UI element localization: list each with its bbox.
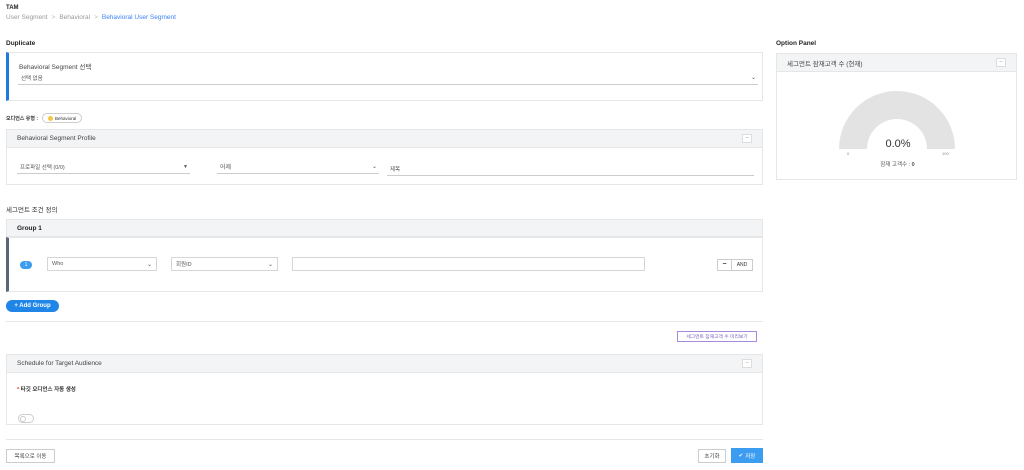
schedule-panel: Schedule for Target Audience – * 타깃 오디언스… (6, 354, 763, 425)
remove-condition-button[interactable]: − (718, 260, 732, 270)
footer-divider (6, 439, 763, 440)
potential-count-label: 잠재 고객수 : (880, 162, 911, 168)
toggle-knob (20, 416, 26, 422)
potential-customers-card: 세그먼트 잠재고객 수 (현재) – 0.0% 0 100 잠재 고객수 : 0 (776, 53, 1017, 180)
breadcrumb-item-user-segment[interactable]: User Segment (6, 14, 48, 21)
potential-count-value: 0 (911, 162, 915, 168)
add-group-button[interactable]: + Add Group (6, 300, 59, 312)
chevron-down-icon: ⌄ (371, 164, 377, 170)
chevron-down-icon: ⌄ (750, 75, 756, 81)
logic-control: − AND (717, 259, 753, 271)
breadcrumb-separator: > (94, 14, 98, 21)
profile-title-placeholder: 제목 (390, 166, 401, 173)
field-select[interactable]: 회원ID ⌄ (171, 257, 278, 271)
segment-profile-header: Behavioral Segment Profile – (7, 130, 762, 148)
group-header: Group 1 (6, 219, 763, 237)
date-select[interactable]: 어제 ⌄ (217, 160, 379, 174)
schedule-header: Schedule for Target Audience – (7, 355, 762, 373)
required-mark: * (17, 387, 20, 393)
section-divider (6, 321, 763, 322)
profile-title-input[interactable]: 제목 (387, 162, 754, 176)
who-select-value: Who (52, 261, 64, 267)
profile-select[interactable]: 프로파일 선택 (0/0) ▼ (17, 160, 190, 174)
gauge-min-label: 0 (847, 151, 850, 156)
who-select[interactable]: Who ⌄ (47, 257, 157, 271)
field-select-value: 회원ID (176, 262, 192, 268)
group-body: 1 Who ⌄ 회원ID ⌄ − AND (6, 237, 763, 292)
breadcrumb-item-current: Behavioral User Segment (101, 14, 176, 21)
schedule-title: Schedule for Target Audience (17, 360, 102, 367)
condition-value-input[interactable] (292, 257, 645, 271)
back-to-list-button[interactable]: 목록으로 이동 (6, 449, 55, 463)
reset-button[interactable]: 초기화 (698, 449, 726, 463)
duplicate-field-label: Behavioral Segment 선택 (19, 64, 92, 71)
option-panel-title: Option Panel (776, 40, 817, 47)
gauge-max-label: 100 (942, 151, 949, 156)
potential-count: 잠재 고객수 : 0 (777, 160, 1018, 168)
save-button[interactable]: ✔ 저장 (731, 448, 763, 463)
collapse-icon[interactable]: – (996, 58, 1006, 67)
audience-type: 오디언스 유형 : Behavioral (6, 113, 83, 123)
schedule-field-label: 타깃 오디언스 자동 생성 (20, 387, 76, 393)
potential-customers-title: 세그먼트 잠재고객 수 (현재) (787, 60, 863, 68)
save-button-label: 저장 (745, 453, 756, 460)
audience-type-badge-label: Behavioral (55, 115, 77, 121)
group-title: Group 1 (17, 225, 42, 232)
collapse-icon[interactable]: – (742, 359, 752, 368)
date-select-value: 어제 (220, 165, 232, 171)
segment-profile-panel: Behavioral Segment Profile – 프로파일 선택 (0/… (6, 129, 763, 185)
breadcrumb-item-behavioral[interactable]: Behavioral (59, 14, 90, 21)
segment-profile-title: Behavioral Segment Profile (17, 135, 96, 142)
app-title: TAM (6, 5, 19, 11)
breadcrumb: User Segment > Behavioral > Behavioral U… (6, 14, 176, 21)
check-icon: ✔ (738, 452, 744, 459)
behavioral-segment-select[interactable]: 선택 없음 ⌄ (18, 71, 758, 85)
gauge-value: 0.0% (885, 138, 911, 150)
behavioral-segment-select-value: 선택 없음 (21, 75, 43, 82)
profile-select-value: 프로파일 선택 (0/0) (20, 164, 65, 171)
auto-create-toggle[interactable] (18, 414, 34, 423)
audience-type-label: 오디언스 유형 : (6, 115, 39, 122)
preview-audience-button[interactable]: 세그먼트 잠재고객 수 미리보기 (677, 331, 757, 342)
group-row-number: 1 (20, 261, 32, 269)
breadcrumb-separator: > (51, 14, 56, 21)
schedule-field: * 타깃 오디언스 자동 생성 (17, 385, 76, 393)
audience-type-badge: Behavioral (42, 113, 83, 123)
chevron-down-icon: ⌄ (146, 261, 152, 268)
status-dot-icon (48, 115, 54, 121)
chevron-down-icon: ⌄ (267, 261, 273, 268)
caret-down-icon: ▼ (183, 163, 188, 170)
and-operator-button[interactable]: AND (732, 260, 752, 270)
collapse-icon[interactable]: – (742, 134, 752, 143)
duplicate-panel: Behavioral Segment 선택 선택 없음 ⌄ (6, 52, 763, 101)
condition-title: 세그먼트 조건 정의 (6, 207, 58, 214)
duplicate-title: Duplicate (6, 40, 36, 47)
potential-customers-header: 세그먼트 잠재고객 수 (현재) – (777, 54, 1016, 72)
